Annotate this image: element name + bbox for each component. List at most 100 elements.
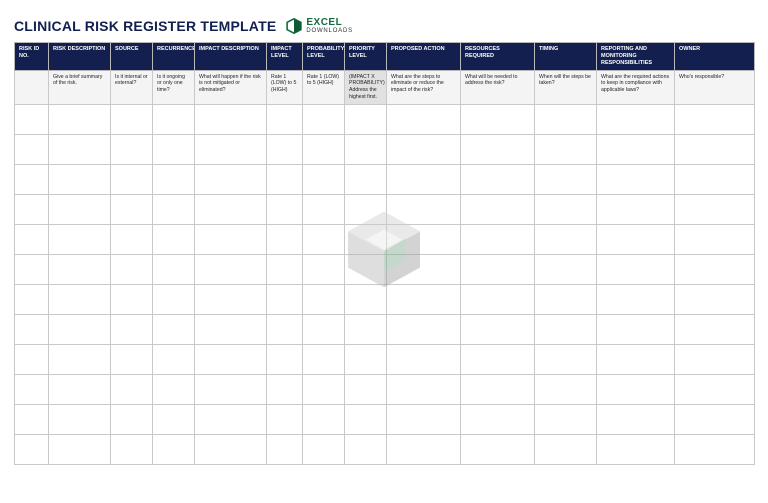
table-cell[interactable]	[15, 224, 49, 254]
table-cell[interactable]	[675, 254, 755, 284]
table-cell[interactable]	[195, 314, 267, 344]
table-cell[interactable]	[195, 284, 267, 314]
table-cell[interactable]	[535, 224, 597, 254]
table-cell[interactable]	[387, 164, 461, 194]
table-cell[interactable]	[111, 314, 153, 344]
table-cell[interactable]	[387, 284, 461, 314]
table-cell[interactable]	[153, 314, 195, 344]
table-cell[interactable]	[675, 404, 755, 434]
table-cell[interactable]	[597, 314, 675, 344]
table-cell[interactable]	[49, 104, 111, 134]
table-cell[interactable]	[49, 434, 111, 464]
table-cell[interactable]	[387, 314, 461, 344]
table-cell[interactable]	[15, 434, 49, 464]
table-cell[interactable]	[597, 404, 675, 434]
table-cell[interactable]	[461, 404, 535, 434]
table-cell[interactable]	[535, 434, 597, 464]
table-cell[interactable]	[303, 284, 345, 314]
table-cell[interactable]	[345, 374, 387, 404]
table-cell[interactable]	[675, 194, 755, 224]
table-cell[interactable]	[195, 134, 267, 164]
table-cell[interactable]	[535, 344, 597, 374]
table-cell[interactable]	[675, 374, 755, 404]
table-cell[interactable]	[535, 374, 597, 404]
table-cell[interactable]	[195, 164, 267, 194]
table-cell[interactable]	[15, 164, 49, 194]
table-cell[interactable]	[111, 344, 153, 374]
table-cell[interactable]	[153, 404, 195, 434]
table-cell[interactable]	[153, 284, 195, 314]
table-cell[interactable]	[49, 164, 111, 194]
table-cell[interactable]	[303, 134, 345, 164]
table-cell[interactable]	[153, 194, 195, 224]
table-cell[interactable]	[303, 434, 345, 464]
table-cell[interactable]	[267, 404, 303, 434]
table-cell[interactable]	[111, 374, 153, 404]
table-cell[interactable]	[675, 104, 755, 134]
table-cell[interactable]	[303, 164, 345, 194]
table-cell[interactable]	[111, 134, 153, 164]
table-cell[interactable]	[597, 284, 675, 314]
table-cell[interactable]	[535, 194, 597, 224]
table-cell[interactable]	[195, 194, 267, 224]
table-cell[interactable]	[345, 434, 387, 464]
table-cell[interactable]	[387, 224, 461, 254]
table-cell[interactable]	[597, 224, 675, 254]
table-cell[interactable]	[49, 254, 111, 284]
table-cell[interactable]	[535, 314, 597, 344]
table-cell[interactable]	[15, 254, 49, 284]
table-cell[interactable]	[675, 284, 755, 314]
table-cell[interactable]	[195, 434, 267, 464]
table-cell[interactable]	[345, 254, 387, 284]
table-cell[interactable]	[675, 434, 755, 464]
table-cell[interactable]	[267, 374, 303, 404]
table-cell[interactable]	[387, 134, 461, 164]
table-cell[interactable]	[345, 134, 387, 164]
table-cell[interactable]	[267, 314, 303, 344]
table-cell[interactable]	[675, 134, 755, 164]
table-cell[interactable]	[535, 404, 597, 434]
table-cell[interactable]	[535, 284, 597, 314]
table-cell[interactable]	[15, 344, 49, 374]
table-cell[interactable]	[461, 284, 535, 314]
table-cell[interactable]	[675, 224, 755, 254]
table-cell[interactable]	[49, 374, 111, 404]
table-cell[interactable]	[535, 254, 597, 284]
table-cell[interactable]	[387, 104, 461, 134]
table-cell[interactable]	[461, 224, 535, 254]
table-cell[interactable]	[153, 164, 195, 194]
table-cell[interactable]	[267, 164, 303, 194]
table-cell[interactable]	[675, 314, 755, 344]
table-cell[interactable]	[111, 224, 153, 254]
table-cell[interactable]	[387, 404, 461, 434]
table-cell[interactable]	[111, 284, 153, 314]
table-cell[interactable]	[303, 374, 345, 404]
table-cell[interactable]	[303, 254, 345, 284]
table-cell[interactable]	[153, 254, 195, 284]
table-cell[interactable]	[303, 194, 345, 224]
table-cell[interactable]	[303, 404, 345, 434]
table-cell[interactable]	[345, 314, 387, 344]
table-cell[interactable]	[267, 224, 303, 254]
table-cell[interactable]	[597, 344, 675, 374]
table-cell[interactable]	[15, 404, 49, 434]
table-cell[interactable]	[461, 134, 535, 164]
table-cell[interactable]	[111, 164, 153, 194]
table-cell[interactable]	[345, 344, 387, 374]
table-cell[interactable]	[597, 254, 675, 284]
table-cell[interactable]	[49, 224, 111, 254]
table-cell[interactable]	[195, 254, 267, 284]
table-cell[interactable]	[597, 194, 675, 224]
table-cell[interactable]	[267, 134, 303, 164]
table-cell[interactable]	[461, 434, 535, 464]
table-cell[interactable]	[461, 344, 535, 374]
table-cell[interactable]	[111, 254, 153, 284]
table-cell[interactable]	[267, 194, 303, 224]
table-cell[interactable]	[461, 194, 535, 224]
table-cell[interactable]	[461, 314, 535, 344]
table-cell[interactable]	[15, 194, 49, 224]
table-cell[interactable]	[303, 344, 345, 374]
table-cell[interactable]	[597, 104, 675, 134]
table-cell[interactable]	[597, 134, 675, 164]
table-cell[interactable]	[49, 344, 111, 374]
